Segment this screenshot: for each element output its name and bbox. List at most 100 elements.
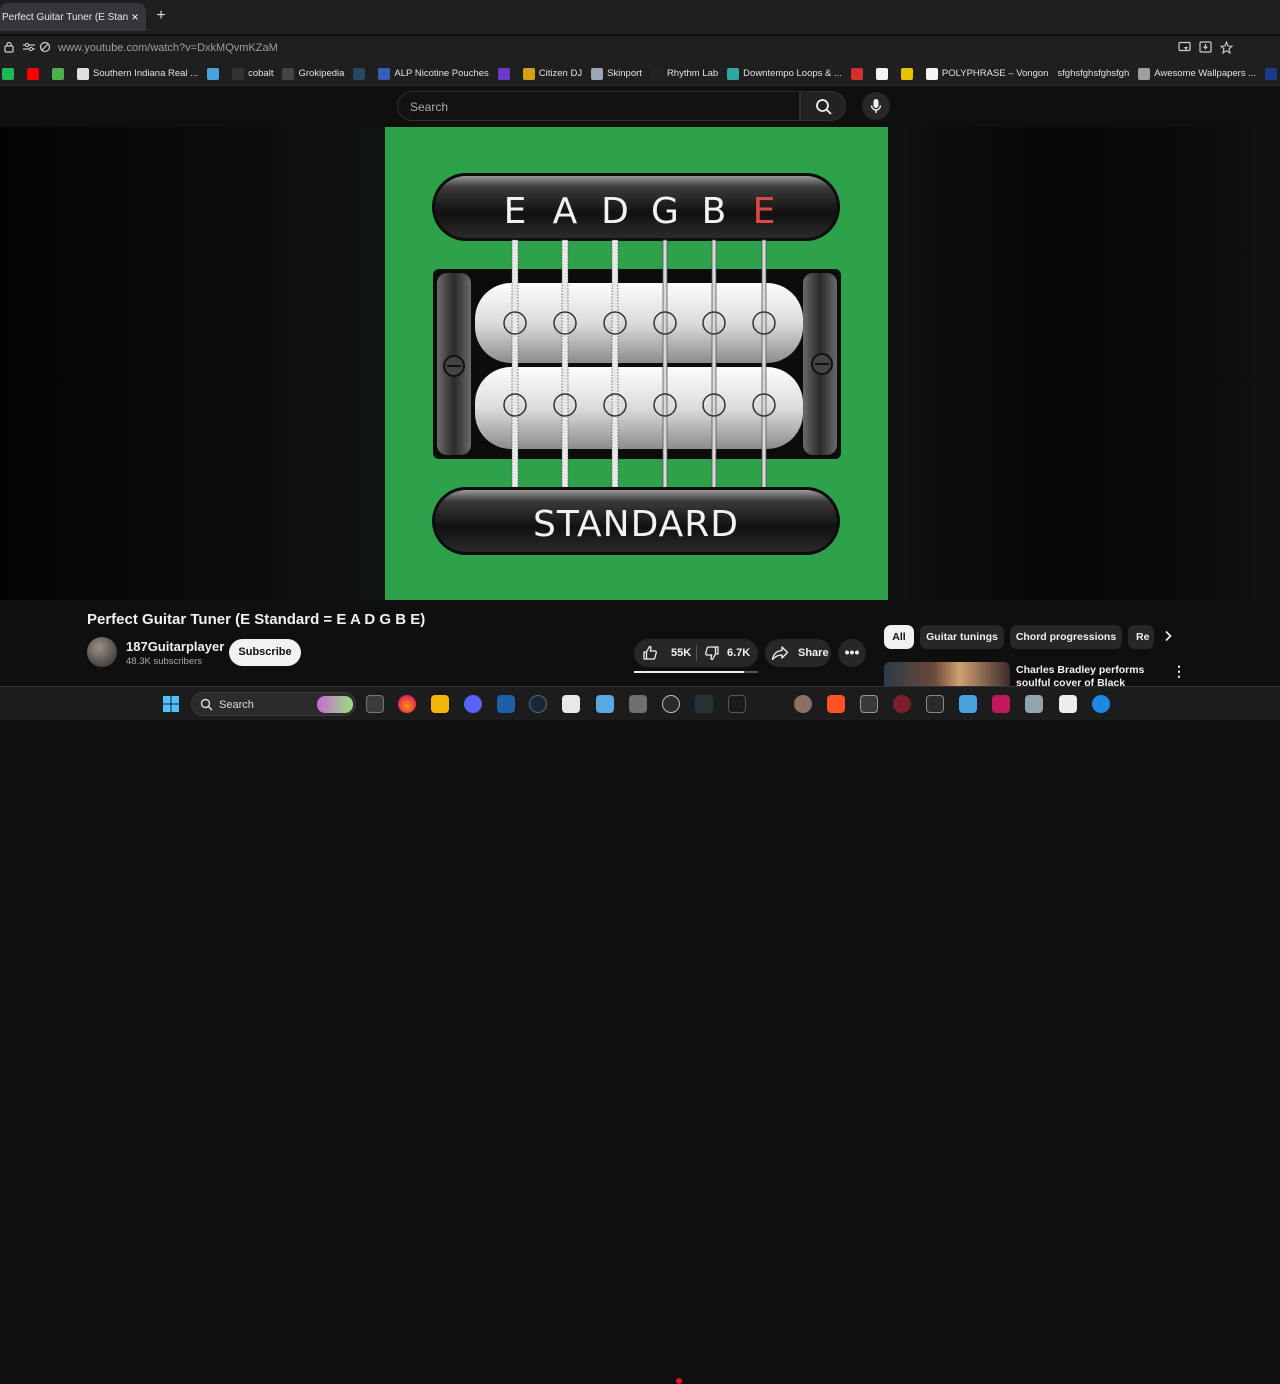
notepad-icon[interactable] (596, 695, 614, 713)
brave-icon[interactable] (827, 695, 845, 713)
more-actions-button[interactable]: ••• (838, 639, 866, 667)
bookmark-label: Rhythm Lab (666, 68, 719, 79)
bookmark-label: cobalt (248, 68, 274, 79)
bookmark-item[interactable] (52, 67, 68, 80)
flag-icon (900, 67, 913, 80)
bookmark-item[interactable] (850, 67, 867, 80)
clock-icon[interactable] (662, 695, 680, 713)
share-button[interactable]: Share (765, 639, 831, 667)
video-title: Perfect Guitar Tuner (E Standard = E A D… (87, 611, 426, 628)
search-input[interactable]: Search (397, 91, 800, 121)
like-button[interactable]: 55K (634, 639, 696, 667)
bookmark-item[interactable] (875, 67, 892, 80)
bookmark-item[interactable] (207, 67, 223, 80)
steam-icon[interactable] (529, 695, 547, 713)
like-ratio-fill (634, 671, 745, 673)
channel-avatar[interactable] (87, 637, 117, 667)
guitar-string (561, 239, 569, 489)
install-app-icon[interactable] (1198, 41, 1212, 55)
app-icon[interactable] (562, 695, 580, 713)
search-placeholder: Search (410, 100, 449, 114)
taskbar-search[interactable]: Search (191, 692, 356, 716)
hex-app-icon[interactable] (860, 695, 878, 713)
bookmark-item[interactable]: Downtempo Loops & ... (727, 67, 842, 80)
document-icon[interactable] (1059, 695, 1077, 713)
bookmark-item[interactable] (27, 67, 43, 80)
file-explorer-icon[interactable] (431, 695, 449, 713)
string-note-label: A (553, 191, 578, 232)
bookmark-item[interactable] (353, 67, 369, 80)
thumbs-down-icon (705, 646, 719, 661)
firefox-icon[interactable] (398, 695, 416, 713)
chip-guitar-tunings[interactable]: Guitar tunings (920, 625, 1004, 649)
dislike-button[interactable]: 6.7K (698, 639, 758, 667)
bookmark-item[interactable]: Rhythm Lab (650, 67, 719, 80)
chip-chord-progressions[interactable]: Chord progressions (1010, 625, 1122, 649)
site-settings-icon[interactable] (22, 41, 36, 55)
subscribe-button[interactable]: Subscribe (229, 639, 301, 666)
lock-icon[interactable] (2, 41, 16, 55)
mail-app-icon[interactable] (992, 695, 1010, 713)
bookmark-item[interactable]: POLYPHRASE – Vongon (925, 67, 1048, 80)
bookmarks-bar: Southern Indiana Real ... cobalt Grokipedi… (0, 62, 1280, 86)
microphone-icon (870, 99, 882, 113)
voice-search-button[interactable] (862, 92, 890, 120)
globe-app-icon[interactable] (1092, 695, 1110, 713)
image-app-icon[interactable] (1025, 695, 1043, 713)
bookmark-item[interactable] (900, 67, 917, 80)
page-icon (925, 67, 938, 80)
chip-all[interactable]: All (884, 625, 914, 649)
search-button[interactable] (800, 91, 846, 121)
bookmark-item[interactable]: Southern Indiana Real ... (77, 67, 198, 80)
guitar-string (511, 239, 519, 489)
bookmark-item[interactable]: sfghsfghsfghsfgh (1057, 68, 1129, 79)
bookmark-item[interactable]: Citizen DJ (522, 67, 582, 80)
video-player[interactable]: EADGBE STANDARD (0, 127, 1280, 600)
channel-name[interactable]: 187Guitarplayer (126, 639, 224, 654)
window-app-icon[interactable] (959, 695, 977, 713)
cast-icon[interactable] (1177, 41, 1191, 55)
recommended-more-icon[interactable]: ⋮ (1172, 664, 1186, 680)
bookmark-item[interactable]: Skinport (591, 67, 642, 80)
recommended-thumbnail[interactable] (884, 662, 1010, 686)
warning-icon (850, 67, 863, 80)
task-view-icon[interactable] (366, 695, 384, 713)
discord-icon[interactable] (464, 695, 482, 713)
bookmark-item[interactable]: Grokipedia (282, 67, 345, 80)
guitar-string (611, 239, 619, 489)
tool-icon[interactable] (794, 695, 812, 713)
guitar-string (761, 239, 767, 489)
bookmark-item[interactable] (497, 67, 514, 80)
video-letterbox-right (888, 127, 1280, 600)
rsi-launcher-icon[interactable] (497, 695, 515, 713)
chevron-right-icon (1165, 630, 1172, 642)
davinci-icon[interactable] (695, 695, 713, 713)
thumbs-up-icon (643, 645, 657, 660)
bookmark-label: Grokipedia (298, 68, 345, 79)
bookmark-star-icon[interactable] (1219, 40, 1233, 55)
bookmark-label: Awesome Wallpapers ... (1154, 68, 1257, 79)
tracking-off-icon[interactable] (38, 41, 52, 55)
recommended-title[interactable]: Charles Bradley performs soulful cover o… (1016, 664, 1166, 688)
tuning-label: STANDARD (533, 504, 739, 545)
tab-close-icon[interactable]: × (128, 10, 142, 24)
url-text[interactable]: www.youtube.com/watch?v=DxkMQvmKZaM (58, 42, 278, 54)
amazon-icon (875, 67, 888, 80)
bookmark-item[interactable]: Awesome Wallpapers ... (1138, 67, 1257, 80)
new-tab-button[interactable]: + (153, 8, 169, 24)
string-note-label: E (504, 191, 527, 232)
windows-start-icon[interactable] (162, 695, 180, 713)
red-app-icon[interactable] (893, 695, 911, 713)
browser-tab[interactable]: Perfect Guitar Tuner (E Standard × (0, 3, 146, 31)
chip-partial[interactable]: Re (1128, 625, 1154, 649)
bookmark-item[interactable]: 2007 HONDA RIDGEL (1265, 67, 1280, 80)
calculator-icon[interactable] (629, 695, 647, 713)
ableton-live-icon[interactable] (728, 695, 746, 713)
bookmark-item[interactable] (2, 67, 18, 80)
bookmark-item[interactable]: ALP Nicotine Pouches (378, 67, 489, 80)
chips-next-button[interactable] (1156, 625, 1180, 649)
play-icon (52, 67, 64, 80)
bookmark-item[interactable]: cobalt (232, 67, 274, 80)
address-bar: www.youtube.com/watch?v=DxkMQvmKZaM (0, 36, 1280, 62)
x-app-icon[interactable] (926, 695, 944, 713)
